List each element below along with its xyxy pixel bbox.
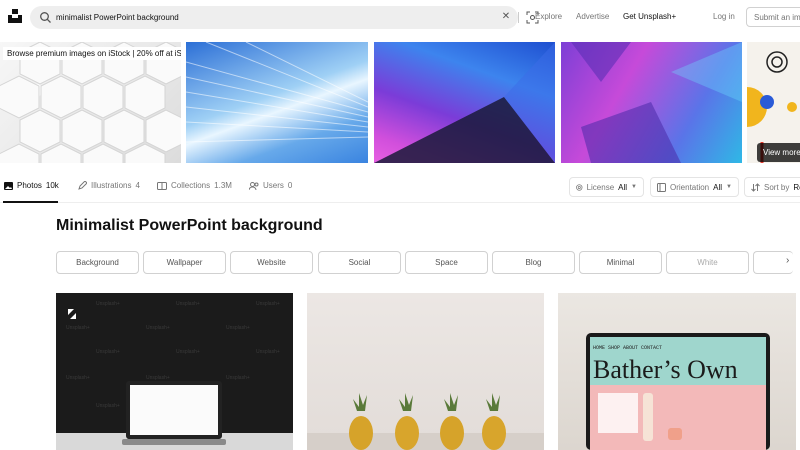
watermark: Unsplash+ [176, 349, 200, 355]
tab-collections[interactable]: Collections 1.3M [157, 181, 232, 190]
tab-illustrations[interactable]: Illustrations 4 [78, 181, 140, 190]
watermark: Unsplash+ [96, 349, 120, 355]
orientation-filter-value: All [713, 182, 723, 192]
laptop-photo-art: Unsplash+ Unsplash+ Unsplash+ Unsplash+ … [56, 301, 293, 450]
nav-advertise-link[interactable]: Advertise [576, 12, 609, 21]
watermark: Unsplash+ [226, 325, 250, 331]
chip-space[interactable]: Space [405, 251, 488, 274]
chip-background[interactable]: Background [56, 251, 139, 274]
hero-image-light-rays[interactable] [186, 42, 368, 163]
nav-unsplash-plus-link[interactable]: Get Unsplash+ [623, 12, 676, 21]
chevron-down-icon: ▼ [631, 184, 637, 190]
hexagon-pattern [0, 42, 181, 163]
watermark: Unsplash+ [66, 325, 90, 331]
photo-pineapples[interactable] [307, 293, 544, 450]
sort-icon [751, 182, 760, 192]
chip-social[interactable]: Social [318, 251, 401, 274]
sort-filter-value: Re [793, 182, 800, 192]
collections-icon [157, 181, 167, 190]
istock-promo-banner[interactable]: Browse premium images on iStock | 20% of… [3, 47, 181, 60]
page-title: Minimalist PowerPoint background [56, 217, 323, 234]
website-photo-art: HOME SHOP ABOUT CONTACT Bather’s Own [586, 333, 770, 450]
chip-minimal[interactable]: Minimal [579, 251, 662, 274]
orientation-icon [657, 182, 666, 192]
corner-shape [374, 42, 555, 163]
watermark: Unsplash+ [146, 375, 170, 381]
tab-collections-label: Collections [171, 181, 211, 190]
chip-wallpaper[interactable]: Wallpaper [143, 251, 226, 274]
watermark: Unsplash+ [176, 301, 200, 307]
sort-filter[interactable]: Sort byRe [744, 177, 800, 197]
search-tabs-bar: Photos 10k Illustrations 4 Collections 1… [0, 171, 800, 203]
clear-icon[interactable]: ✕ [500, 11, 512, 23]
chip-website[interactable]: Website [230, 251, 313, 274]
chip-blog[interactable]: Blog [492, 251, 575, 274]
watermark: Unsplash+ [146, 325, 170, 331]
tab-users-label: Users [263, 181, 284, 190]
search-bar: ✕ [30, 6, 539, 29]
watermark: Unsplash+ [226, 375, 250, 381]
nav-explore-link[interactable]: Explore [535, 12, 562, 21]
pineapple-photo-art [307, 393, 544, 450]
watermark: Unsplash+ [96, 403, 120, 409]
chip-white[interactable]: White [666, 251, 749, 274]
orientation-filter[interactable]: Orientation All ▼ [650, 177, 739, 197]
watermark: Unsplash+ [256, 349, 280, 355]
pen-icon [78, 181, 87, 190]
watermark: Unsplash+ [96, 301, 120, 307]
hero-image-gradient-shapes[interactable] [561, 42, 742, 163]
photo-icon [4, 181, 13, 190]
watermark: Unsplash+ [256, 301, 280, 307]
license-icon [576, 183, 583, 191]
tab-illustrations-label: Illustrations [91, 181, 132, 190]
website-menu-text: HOME SHOP ABOUT CONTACT [593, 345, 662, 351]
light-rays-pattern [186, 42, 368, 143]
view-more-button[interactable]: View more [757, 143, 800, 162]
search-icon[interactable] [39, 11, 52, 24]
sort-filter-label: Sort by [764, 182, 790, 192]
tab-photos-count: 10k [45, 181, 59, 190]
top-bar: ✕ Explore Advertise Get Unsplash+ Log in… [0, 0, 800, 34]
watermark: Unsplash+ [66, 375, 90, 381]
active-tab-indicator [3, 201, 58, 203]
license-filter-value: All [618, 182, 628, 192]
hero-image-purple-corner[interactable] [374, 42, 555, 163]
login-link[interactable]: Log in [713, 12, 735, 21]
photo-laptop-dark[interactable]: Unsplash+ Unsplash+ Unsplash+ Unsplash+ … [56, 293, 293, 450]
tab-users-count: 0 [287, 181, 293, 190]
website-headline-text: Bather’s Own [593, 355, 738, 384]
hero-image-hexagons[interactable]: Browse premium images on iStock | 20% of… [0, 42, 181, 163]
istock-hero-strip: Browse premium images on iStock | 20% of… [0, 42, 800, 163]
license-filter-label: License [586, 182, 615, 192]
related-searches: Background Wallpaper Website Social Spac… [56, 251, 800, 274]
tab-collections-count: 1.3M [214, 181, 232, 190]
users-icon [249, 181, 259, 190]
chevron-right-icon[interactable]: › [786, 255, 789, 266]
unsplash-logo-icon[interactable] [8, 9, 22, 23]
tab-illustrations-count: 4 [135, 181, 140, 190]
tab-photos[interactable]: Photos 10k [4, 181, 59, 190]
search-input[interactable] [56, 8, 476, 27]
license-filter[interactable]: License All ▼ [569, 177, 644, 197]
tab-users[interactable]: Users 0 [249, 181, 292, 190]
orientation-filter-label: Orientation [670, 182, 710, 192]
submit-image-button[interactable]: Submit an im [746, 7, 800, 27]
photo-laptop-website[interactable]: HOME SHOP ABOUT CONTACT Bather’s Own [558, 293, 796, 450]
tab-photos-label: Photos [17, 181, 42, 190]
search-divider [518, 12, 519, 23]
chevron-down-icon: ▼ [726, 184, 732, 190]
gradient-shapes [571, 42, 742, 163]
